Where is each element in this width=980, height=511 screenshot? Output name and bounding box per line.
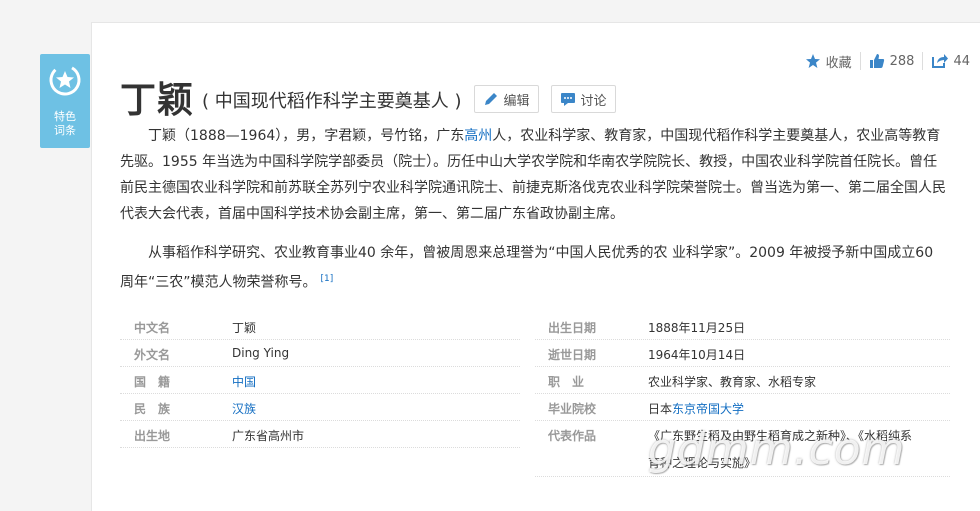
info-value: 1888年11月25日 xyxy=(648,321,746,335)
discuss-label: 讨论 xyxy=(580,93,607,109)
row-divider xyxy=(535,476,950,477)
reference-link[interactable]: [1] xyxy=(321,274,334,284)
info-value: 1964年10月14日 xyxy=(648,348,746,362)
discuss-button[interactable]: 讨论 xyxy=(550,85,616,113)
star-icon xyxy=(805,54,820,68)
row-divider xyxy=(120,447,520,448)
like-count: 288 xyxy=(889,53,915,69)
edit-label: 编辑 xyxy=(503,93,530,109)
page-title: 丁颖 xyxy=(120,80,195,121)
summary-paragraph-2: 从事稻作科学研究、农业教育事业40 余年，曾被周恩来总理誉为“中国人民优秀的农 … xyxy=(120,240,948,296)
link-tokyo-imperial-university[interactable]: 东京帝国大学 xyxy=(672,402,744,416)
info-label: 中文名 xyxy=(134,321,171,335)
info-label: 出生日期 xyxy=(548,321,597,335)
info-label: 逝世日期 xyxy=(548,348,597,362)
divider xyxy=(922,52,924,70)
chat-icon xyxy=(560,93,575,106)
link-han-ethnicity[interactable]: 汉族 xyxy=(232,400,256,417)
info-value: 农业科学家、教育家、水稻专家 xyxy=(648,375,817,389)
para1-text-a: 丁颖（1888—1964），男，字君颖，号竹铭，广东 xyxy=(148,128,465,144)
info-value: 广东省高州市 xyxy=(232,429,305,443)
featured-star-icon xyxy=(49,64,81,96)
school-prefix: 日本 xyxy=(648,402,673,416)
info-label: 毕业院校 xyxy=(548,402,597,416)
entry-header: 丁颖 ( 中国现代稻作科学主要奠基人 ) 编辑 讨论 xyxy=(120,74,616,121)
info-row: 中文名 丁颖 出生日期 1888年11月25日 xyxy=(120,313,950,340)
info-label: 出生地 xyxy=(134,429,171,443)
entry-toolbar: 收藏 288 44 xyxy=(805,51,970,71)
info-label: 民 族 xyxy=(134,402,171,416)
favorite-label: 收藏 xyxy=(825,55,852,71)
divider xyxy=(859,52,861,70)
info-row: 民 族 汉族 毕业院校 日本东京帝国大学 xyxy=(120,394,950,421)
pencil-icon xyxy=(484,93,497,105)
badge-line1: 特色 xyxy=(54,110,76,123)
info-row: 国 籍 中国 职 业 农业科学家、教育家、水稻专家 xyxy=(120,367,950,394)
info-label: 国 籍 xyxy=(134,375,171,389)
info-label: 代表作品 xyxy=(548,429,597,443)
edit-button[interactable]: 编辑 xyxy=(473,85,539,113)
site-watermark: gdmm.com xyxy=(648,424,906,475)
info-row: 外文名 Ding Ying 逝世日期 1964年10月14日 xyxy=(120,340,950,367)
thumbs-up-icon xyxy=(869,54,884,68)
badge-line2: 词条 xyxy=(54,124,76,137)
share-button[interactable]: 44 xyxy=(931,53,970,69)
info-label: 外文名 xyxy=(134,348,171,362)
info-value: 日本东京帝国大学 xyxy=(648,400,744,417)
info-value: Ding Ying xyxy=(232,346,290,360)
page-subtitle: ( 中国现代稻作科学主要奠基人 ) xyxy=(202,91,462,112)
para2-text: 从事稻作科学研究、农业教育事业40 余年，曾被周恩来总理誉为“中国人民优秀的农 … xyxy=(120,245,934,291)
featured-entry-badge: 特色 词条 xyxy=(40,54,90,148)
share-icon xyxy=(932,54,949,68)
like-button[interactable]: 288 xyxy=(869,53,915,69)
link-gaozhou[interactable]: 高州 xyxy=(464,128,492,144)
summary-paragraph-1: 丁颖（1888—1964），男，字君颖，号竹铭，广东高州人，农业科学家、教育家，… xyxy=(120,123,948,227)
link-china[interactable]: 中国 xyxy=(232,373,256,390)
info-value: 丁颖 xyxy=(232,321,257,335)
favorite-button[interactable]: 收藏 xyxy=(805,52,852,71)
share-count: 44 xyxy=(953,53,970,69)
info-label: 职 业 xyxy=(548,375,585,389)
